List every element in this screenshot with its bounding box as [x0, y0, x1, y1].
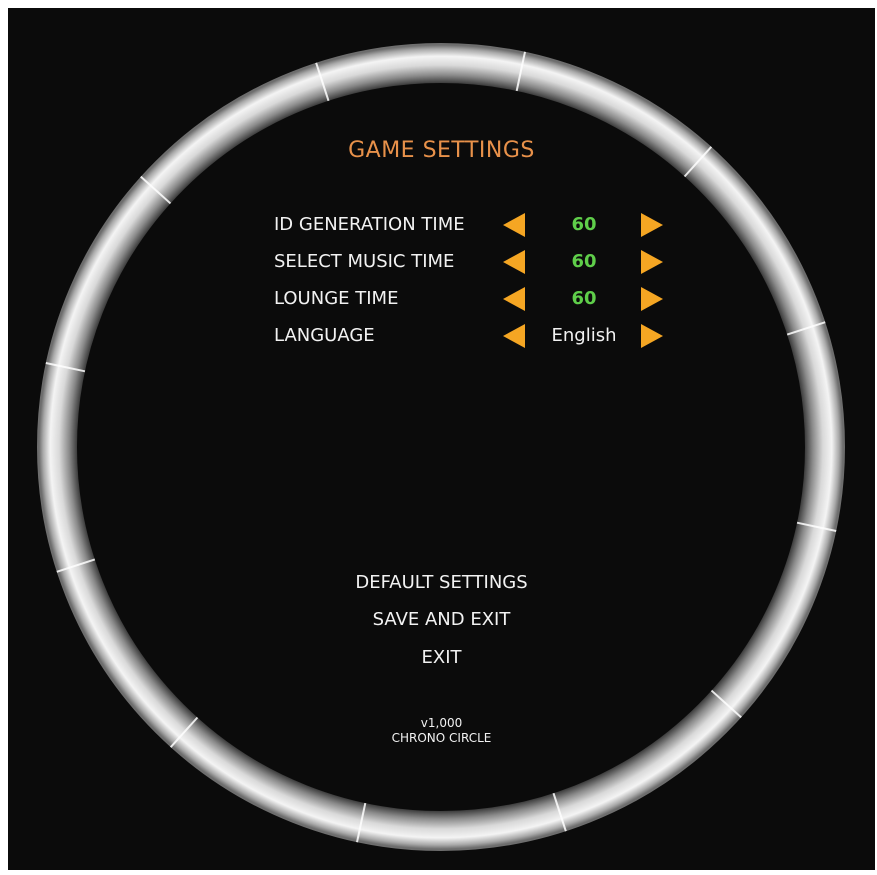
- arrow-right-icon[interactable]: [641, 324, 663, 348]
- exit-button[interactable]: EXIT: [8, 647, 875, 668]
- page-title: GAME SETTINGS: [348, 138, 535, 163]
- default-settings-button[interactable]: DEFAULT SETTINGS: [8, 572, 875, 593]
- save-and-exit-label: SAVE AND EXIT: [372, 609, 511, 630]
- settings-screen: GAME SETTINGS ID GENERATION TIME 60 SELE…: [8, 8, 875, 870]
- setting-label: LOUNGE TIME: [274, 288, 399, 309]
- game-name-text: CHRONO CIRCLE: [391, 731, 492, 745]
- version-text: v1,000: [420, 716, 463, 730]
- setting-value: English: [551, 325, 617, 346]
- setting-row-lounge-time: LOUNGE TIME 60: [274, 284, 674, 314]
- arrow-left-icon[interactable]: [503, 287, 525, 311]
- save-and-exit-button[interactable]: SAVE AND EXIT: [8, 609, 875, 630]
- setting-row-select-music-time: SELECT MUSIC TIME 60: [274, 247, 674, 277]
- arrow-left-icon[interactable]: [503, 324, 525, 348]
- arrow-left-icon[interactable]: [503, 213, 525, 237]
- setting-label: LANGUAGE: [274, 325, 375, 346]
- setting-label: SELECT MUSIC TIME: [274, 251, 455, 272]
- setting-label: ID GENERATION TIME: [274, 214, 465, 235]
- setting-value: 60: [571, 251, 597, 272]
- arrow-right-icon[interactable]: [641, 213, 663, 237]
- arrow-right-icon[interactable]: [641, 287, 663, 311]
- footer: v1,000 CHRONO CIRCLE: [8, 716, 875, 746]
- default-settings-label: DEFAULT SETTINGS: [355, 572, 528, 593]
- exit-label: EXIT: [421, 647, 462, 668]
- setting-value: 60: [571, 214, 597, 235]
- setting-row-id-generation-time: ID GENERATION TIME 60: [274, 210, 674, 240]
- setting-value: 60: [571, 288, 597, 309]
- setting-row-language: LANGUAGE English: [274, 321, 674, 351]
- arrow-right-icon[interactable]: [641, 250, 663, 274]
- arrow-left-icon[interactable]: [503, 250, 525, 274]
